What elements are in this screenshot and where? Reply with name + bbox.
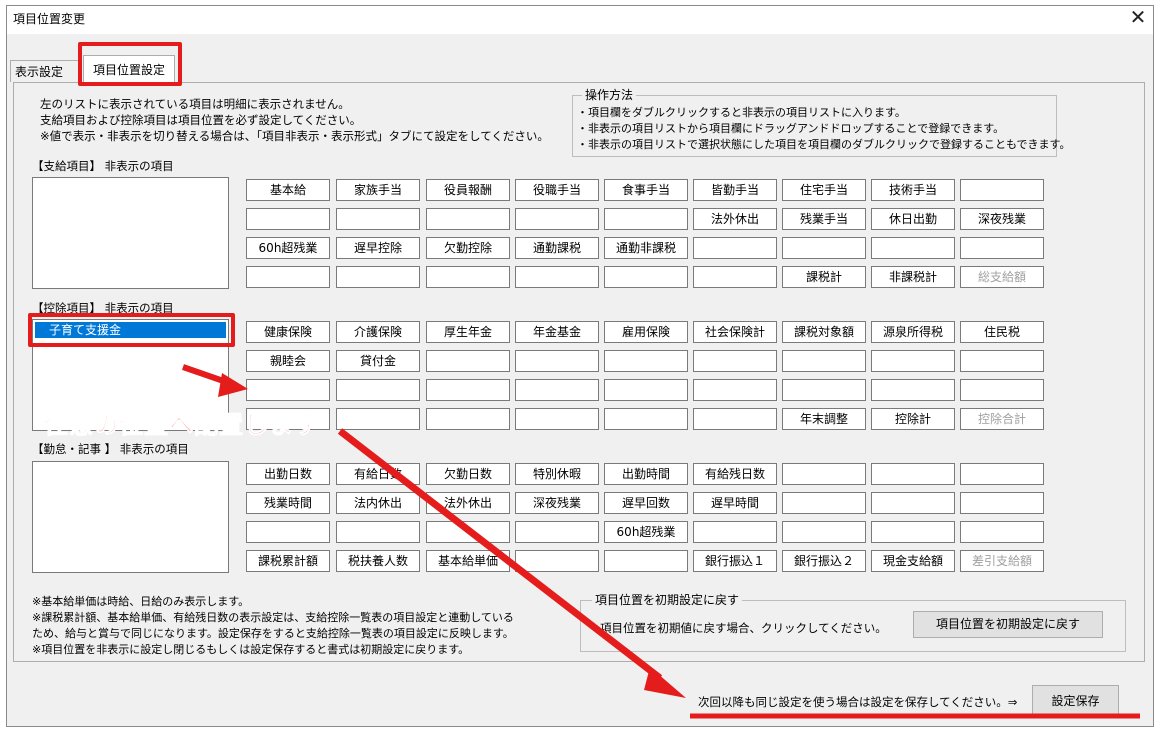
arrow-head-icon xyxy=(218,373,248,397)
annotation-text: 任意の位置へ配置します xyxy=(44,411,319,440)
arrow-to-save xyxy=(337,428,663,681)
annotation-arrows xyxy=(182,364,1140,719)
arrow-head-icon xyxy=(644,667,686,698)
